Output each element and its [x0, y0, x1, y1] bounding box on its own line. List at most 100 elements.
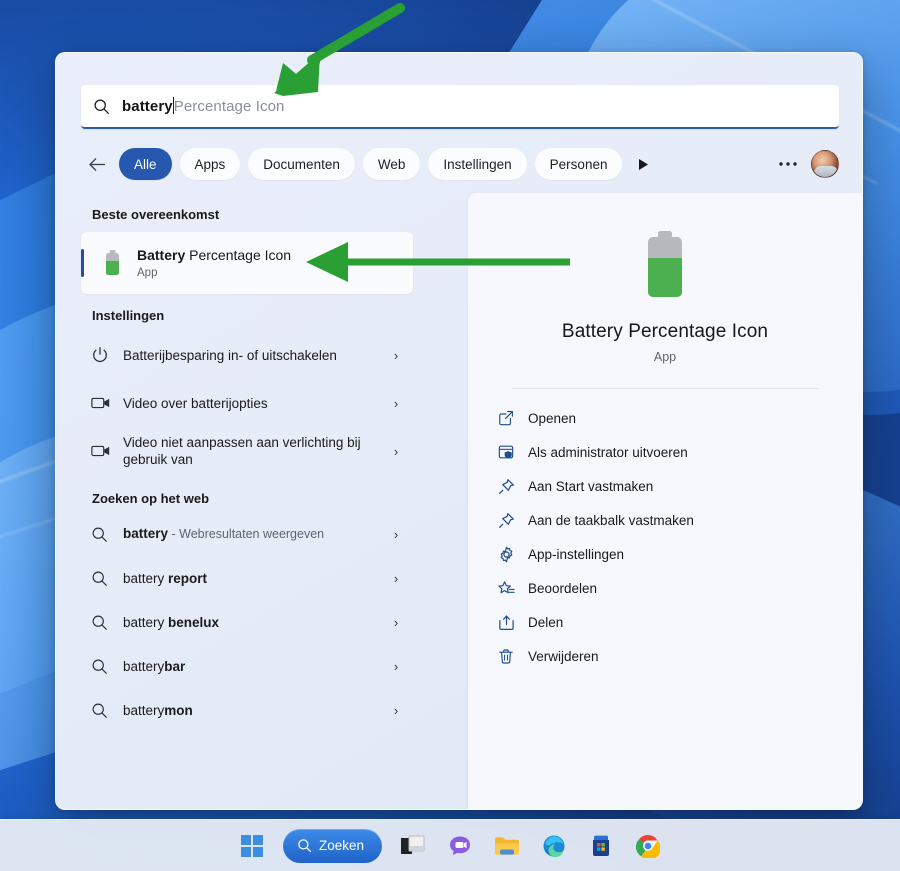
- web-search-header: Zoeken op het web: [92, 491, 210, 506]
- best-match-subtitle: App: [137, 267, 158, 279]
- search-icon: [91, 526, 121, 543]
- search-typed-text: battery: [122, 98, 173, 115]
- chevron-right-icon: ›: [393, 443, 399, 459]
- web-suggestion-label: battery report: [123, 570, 208, 586]
- web-suggestion-label: batterymon: [123, 702, 193, 718]
- action-app-instellingen[interactable]: App-instellingen: [478, 537, 852, 571]
- action-label: Aan Start vastmaken: [528, 478, 654, 494]
- power-icon: [91, 346, 121, 364]
- web-suggestion-row[interactable]: batterybar ›: [81, 644, 413, 688]
- tab-label: Web: [377, 156, 406, 172]
- chevron-right-icon: ›: [393, 658, 399, 674]
- web-suggestion-label: battery benelux: [123, 614, 220, 630]
- gear-icon: [498, 546, 528, 563]
- action-openen[interactable]: Openen: [478, 401, 852, 435]
- detail-app-title: Battery Percentage Icon: [561, 321, 769, 342]
- tab-documenten[interactable]: Documenten: [248, 148, 355, 180]
- web-suggestion-row[interactable]: battery report ›: [81, 556, 413, 600]
- tab-label: Personen: [549, 156, 608, 172]
- search-icon: [91, 570, 121, 587]
- best-match-title: Battery Percentage Icon: [137, 247, 292, 263]
- tab-label: Documenten: [263, 156, 340, 172]
- web-suggestion-row[interactable]: batterymon ›: [81, 688, 413, 732]
- video-icon: [91, 396, 121, 410]
- results-list: Beste overeenkomst Battery Percentage Ic…: [56, 193, 438, 809]
- chevron-right-icon: ›: [393, 614, 399, 630]
- web-suggestion-row[interactable]: battery benelux ›: [81, 600, 413, 644]
- microsoft-store-button[interactable]: [581, 826, 621, 866]
- back-button[interactable]: [81, 148, 113, 180]
- search-suggestion-text: Percentage Icon: [173, 98, 285, 115]
- action-label: Aan de taakbalk vastmaken: [528, 512, 694, 528]
- chevron-right-icon: ›: [393, 526, 399, 542]
- action-label: Openen: [528, 410, 577, 426]
- battery-icon: [498, 231, 832, 299]
- tab-web[interactable]: Web: [362, 148, 421, 180]
- search-icon: [91, 614, 121, 631]
- pin-icon: [498, 478, 528, 495]
- edge-browser-button[interactable]: [534, 826, 574, 866]
- tab-alle[interactable]: Alle: [119, 148, 172, 180]
- setting-row-label: Video niet aanpassen aan verlichting bij…: [123, 435, 361, 467]
- chrome-browser-button[interactable]: [628, 826, 668, 866]
- chevron-right-icon[interactable]: [630, 148, 656, 180]
- best-match-header: Beste overeenkomst: [92, 207, 220, 222]
- ellipsis-icon[interactable]: [773, 149, 803, 179]
- video-icon: [91, 444, 121, 458]
- chevron-right-icon: ›: [393, 347, 399, 363]
- search-flyout-panel: batteryPercentage Icon Alle Apps Documen…: [55, 52, 863, 810]
- web-suggestion-label: battery - Webresultaten weergeven: [123, 526, 325, 541]
- action-label: App-instellingen: [528, 546, 625, 562]
- shield-admin-icon: [498, 444, 528, 460]
- app-actions-list: Openen Als administrator uitvoeren Aan S…: [468, 401, 862, 673]
- settings-header: Instellingen: [92, 308, 165, 323]
- action-verwijderen[interactable]: Verwijderen: [478, 639, 852, 673]
- action-label: Delen: [528, 614, 564, 630]
- action-delen[interactable]: Delen: [478, 605, 852, 639]
- file-explorer-button[interactable]: [487, 826, 527, 866]
- trash-icon: [498, 648, 528, 665]
- battery-icon: [95, 250, 129, 276]
- action-label: Verwijderen: [528, 648, 599, 664]
- search-input[interactable]: batteryPercentage Icon: [81, 85, 839, 129]
- action-als-administrator-uitvoeren[interactable]: Als administrator uitvoeren: [478, 435, 852, 469]
- detail-app-subtitle: App: [653, 350, 677, 364]
- search-icon: [91, 702, 121, 719]
- desktop-screen: batteryPercentage Icon Alle Apps Documen…: [0, 0, 900, 871]
- web-suggestion-label: batterybar: [123, 658, 186, 674]
- share-icon: [498, 614, 528, 631]
- selection-indicator: [81, 249, 84, 277]
- tab-apps[interactable]: Apps: [179, 148, 241, 180]
- tab-label: Alle: [134, 156, 157, 172]
- setting-row-video-verlichting[interactable]: Video niet aanpassen aan verlichting bij…: [81, 425, 413, 477]
- search-icon: [93, 98, 110, 115]
- tab-instellingen[interactable]: Instellingen: [428, 148, 527, 180]
- action-beoordelen[interactable]: Beoordelen: [478, 571, 852, 605]
- setting-row-label: Video over batterijopties: [123, 395, 268, 411]
- tab-personen[interactable]: Personen: [534, 148, 623, 180]
- chevron-right-icon: ›: [393, 570, 399, 586]
- pin-icon: [498, 512, 528, 529]
- search-icon: [91, 658, 121, 675]
- rate-star-icon: [498, 580, 528, 597]
- chevron-right-icon: ›: [393, 395, 399, 411]
- tab-label: Instellingen: [443, 156, 512, 172]
- setting-row-batterijbesparing[interactable]: Batterijbesparing in- of uitschakelen ›: [81, 329, 413, 381]
- start-button[interactable]: [232, 826, 272, 866]
- best-match-result[interactable]: Battery Percentage Icon App: [81, 232, 413, 294]
- task-view-button[interactable]: [393, 826, 433, 866]
- search-icon: [298, 839, 312, 853]
- avatar[interactable]: [811, 150, 839, 178]
- open-external-icon: [498, 410, 528, 426]
- action-aan-de-taakbalk-vastmaken[interactable]: Aan de taakbalk vastmaken: [478, 503, 852, 537]
- setting-row-video-batterijopties[interactable]: Video over batterijopties ›: [81, 381, 413, 425]
- taskbar-search-label: Zoeken: [318, 838, 365, 853]
- action-aan-start-vastmaken[interactable]: Aan Start vastmaken: [478, 469, 852, 503]
- taskbar-search-button[interactable]: Zoeken: [282, 828, 383, 863]
- action-label: Beoordelen: [528, 580, 598, 596]
- chat-teams-button[interactable]: [440, 826, 480, 866]
- chevron-right-icon: ›: [393, 702, 399, 718]
- divider: [512, 388, 818, 389]
- tab-label: Apps: [194, 156, 226, 172]
- web-suggestion-row[interactable]: battery - Webresultaten weergeven ›: [81, 512, 413, 556]
